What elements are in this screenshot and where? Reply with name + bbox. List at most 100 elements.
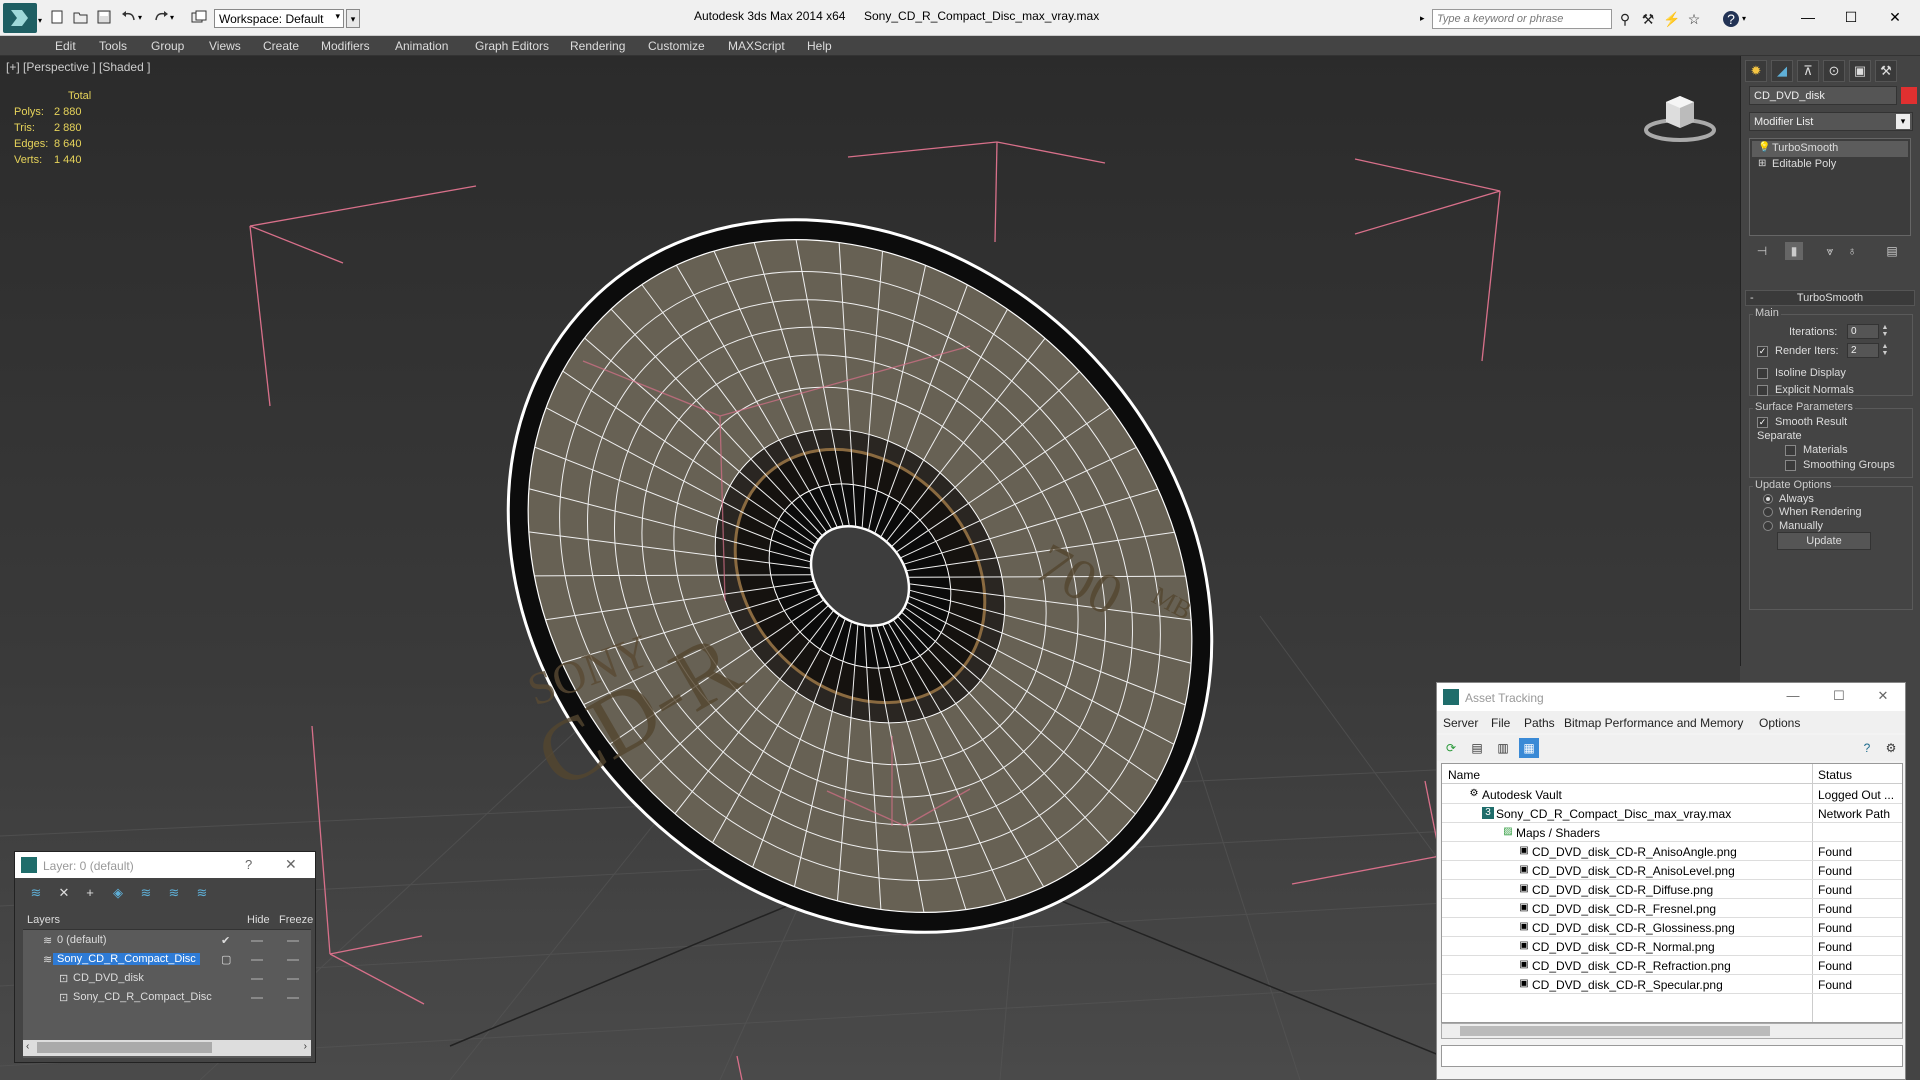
create-tab-icon[interactable]: ✹: [1745, 60, 1767, 82]
menu-views[interactable]: Views: [209, 39, 241, 53]
make-unique-icon[interactable]: ⩔: [1821, 242, 1839, 260]
table-view-icon[interactable]: ▦: [1519, 738, 1539, 758]
column-header-name[interactable]: Name: [1448, 768, 1480, 782]
menu-file[interactable]: File: [1491, 716, 1510, 730]
configure-modifier-sets-icon[interactable]: ▤: [1883, 242, 1901, 260]
project-folder-icon[interactable]: [191, 10, 207, 26]
column-header-freeze[interactable]: Freeze: [279, 914, 313, 926]
close-button[interactable]: ✕: [285, 856, 297, 873]
utilities-tab-icon[interactable]: ⚒: [1875, 60, 1897, 82]
open-file-icon[interactable]: [73, 10, 89, 26]
quick-access-customize-icon[interactable]: ▾: [346, 9, 360, 28]
menu-modifiers[interactable]: Modifiers: [321, 39, 370, 53]
table-row[interactable]: ▣ CD_DVD_disk_CD-R_Specular.png Found: [1442, 975, 1902, 994]
horizontal-scrollbar[interactable]: ‹ ›: [23, 1040, 311, 1056]
active-layer-check-icon[interactable]: ✔: [221, 934, 230, 947]
stack-item-editable-poly[interactable]: ⊞ Editable Poly: [1752, 157, 1908, 173]
freeze-toggle[interactable]: [287, 940, 299, 942]
horizontal-scrollbar[interactable]: [1441, 1023, 1903, 1039]
minimize-button[interactable]: —: [1793, 6, 1823, 28]
update-button[interactable]: Update: [1777, 532, 1871, 550]
update-when-rendering-radio[interactable]: [1763, 507, 1773, 517]
lightbulb-icon[interactable]: 💡: [1758, 142, 1770, 154]
thumbnail-view-icon[interactable]: ▥: [1493, 738, 1513, 758]
turbosmooth-rollout-header[interactable]: - TurboSmooth: [1745, 290, 1915, 306]
help-icon[interactable]: ?: [1723, 11, 1739, 27]
search-expand-icon[interactable]: ▸: [1420, 13, 1425, 24]
app-menu-arrow-icon[interactable]: ▾: [38, 16, 42, 25]
minimize-button[interactable]: —: [1779, 688, 1807, 706]
viewport-label[interactable]: [+] [Perspective ] [Shaded ]: [6, 60, 150, 74]
layer-manager-icon[interactable]: ≋: [27, 884, 45, 902]
menu-paths[interactable]: Paths: [1524, 716, 1555, 730]
hierarchy-tab-icon[interactable]: ⊼: [1797, 60, 1819, 82]
column-header-status[interactable]: Status: [1818, 768, 1852, 782]
menu-graph-editors[interactable]: Graph Editors: [475, 39, 549, 53]
smooth-result-checkbox[interactable]: ✓: [1757, 417, 1768, 428]
hide-toggle[interactable]: [251, 940, 263, 942]
delete-layer-icon[interactable]: ✕: [55, 884, 73, 902]
hide-toggle[interactable]: [251, 978, 263, 980]
menu-edit[interactable]: Edit: [55, 39, 76, 53]
display-tab-icon[interactable]: ▣: [1849, 60, 1871, 82]
undo-icon[interactable]: [121, 10, 137, 26]
list-view-icon[interactable]: ▤: [1467, 738, 1487, 758]
scrollbar-thumb[interactable]: [1460, 1026, 1770, 1036]
help-button[interactable]: ?: [245, 857, 252, 872]
hide-toggle[interactable]: [251, 959, 263, 961]
menu-rendering[interactable]: Rendering: [570, 39, 625, 53]
menu-server[interactable]: Server: [1443, 716, 1478, 730]
layer-row[interactable]: ≋ Sony_CD_R_Compact_Disc ▢: [23, 950, 311, 969]
help-dropdown-icon[interactable]: ▾: [1742, 14, 1746, 23]
app-menu-button[interactable]: [3, 3, 37, 33]
layer-window-titlebar[interactable]: Layer: 0 (default) ? ✕: [15, 852, 315, 878]
spinner-arrows-icon[interactable]: ▲ ▼: [1881, 324, 1889, 339]
modifier-list-dropdown[interactable]: Modifier List ▾: [1749, 112, 1913, 131]
modify-tab-icon[interactable]: ◢: [1771, 60, 1793, 82]
scrollbar-thumb[interactable]: [37, 1042, 212, 1053]
scroll-left-icon[interactable]: ‹: [26, 1041, 29, 1052]
menu-options[interactable]: Options: [1759, 716, 1800, 730]
subscription-icon[interactable]: ⚒: [1640, 11, 1656, 27]
favorites-star-icon[interactable]: ☆: [1686, 11, 1702, 27]
table-row[interactable]: ▣ CD_DVD_disk_CD-R_Fresnel.png Found: [1442, 899, 1902, 918]
materials-checkbox[interactable]: [1785, 445, 1796, 456]
update-always-radio[interactable]: [1763, 494, 1773, 504]
freeze-toggle[interactable]: [287, 978, 299, 980]
iterations-spinner[interactable]: 0: [1847, 324, 1879, 339]
menu-customize[interactable]: Customize: [648, 39, 705, 53]
communication-center-icon[interactable]: ⚡: [1663, 11, 1680, 27]
stack-item-turbosmooth[interactable]: 💡 TurboSmooth: [1752, 141, 1908, 157]
remove-modifier-icon[interactable]: ♁: [1843, 242, 1861, 260]
isoline-display-checkbox[interactable]: [1757, 368, 1768, 379]
menu-help[interactable]: Help: [807, 39, 832, 53]
redo-dropdown-icon[interactable]: ▾: [170, 13, 174, 22]
object-name-field[interactable]: CD_DVD_disk: [1749, 86, 1897, 105]
table-row[interactable]: ⚙ Autodesk Vault Logged Out ...: [1442, 785, 1902, 804]
maximize-button[interactable]: ☐: [1825, 688, 1853, 706]
close-button[interactable]: ✕: [1869, 688, 1897, 706]
freeze-toggle[interactable]: [287, 997, 299, 999]
asset-path-field[interactable]: [1441, 1045, 1903, 1067]
expand-plus-icon[interactable]: ⊞: [1758, 158, 1768, 170]
create-layer-icon[interactable]: +: [81, 884, 99, 902]
table-row[interactable]: ▨ Maps / Shaders: [1442, 823, 1902, 842]
add-to-layer-icon[interactable]: ◈: [109, 884, 127, 902]
hide-toggle[interactable]: [251, 997, 263, 999]
redo-icon[interactable]: [153, 10, 169, 26]
render-iters-checkbox[interactable]: ✓: [1757, 346, 1768, 357]
menu-tools[interactable]: Tools: [99, 39, 127, 53]
object-color-swatch[interactable]: [1901, 87, 1917, 104]
binoculars-icon[interactable]: ⚲: [1617, 11, 1633, 27]
table-row[interactable]: ▣ CD_DVD_disk_CD-R_Glossiness.png Found: [1442, 918, 1902, 937]
motion-tab-icon[interactable]: ⊙: [1823, 60, 1845, 82]
settings-icon[interactable]: ⚙: [1881, 738, 1901, 758]
table-row[interactable]: ▣ CD_DVD_disk_CD-R_AnisoAngle.png Found: [1442, 842, 1902, 861]
close-button[interactable]: ✕: [1880, 6, 1910, 28]
highlight-layer-icon[interactable]: ≋: [165, 884, 183, 902]
help-icon[interactable]: ?: [1857, 738, 1877, 758]
table-row[interactable]: 3 Sony_CD_R_Compact_Disc_max_vray.max Netw…: [1442, 804, 1902, 823]
asset-tracking-titlebar[interactable]: Asset Tracking — ☐ ✕: [1437, 683, 1905, 711]
hide-all-layers-icon[interactable]: ≋: [193, 884, 211, 902]
explicit-normals-checkbox[interactable]: [1757, 385, 1768, 396]
